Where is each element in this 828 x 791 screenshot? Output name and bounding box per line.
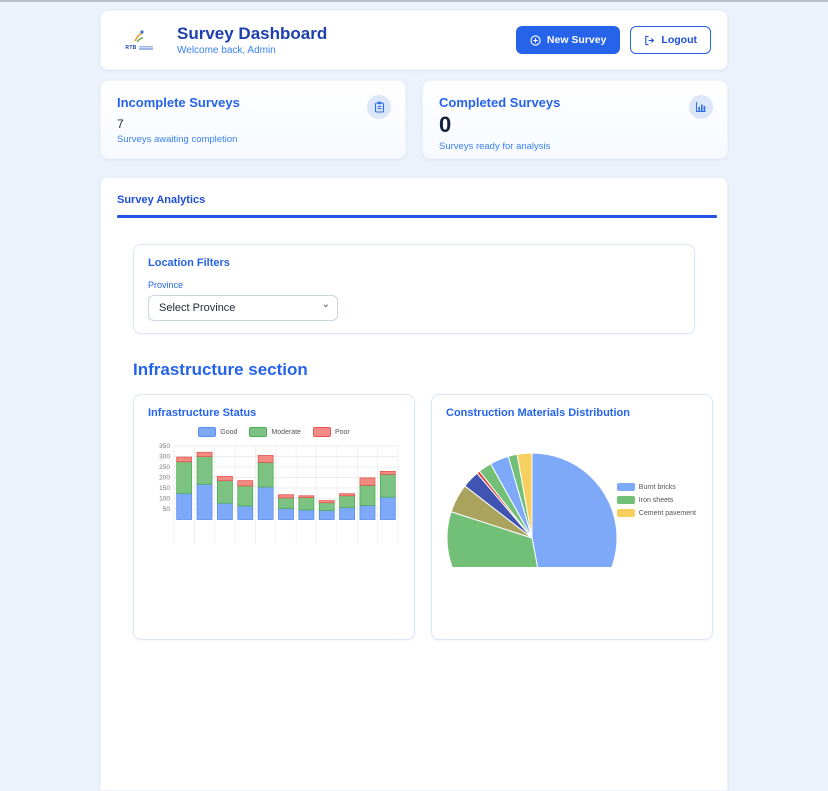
svg-text:300: 300 <box>159 454 170 461</box>
legend-swatch <box>249 427 268 437</box>
bar-chart-icon <box>689 95 713 119</box>
charts-row: Infrastructure Status Good Moderate Poor 5… <box>133 394 713 640</box>
infrastructure-status-bar-chart[interactable]: 50 100 150 200 250 300 350 <box>148 440 400 544</box>
legend-item[interactable]: Poor <box>312 427 350 437</box>
logo-wordmark-lines <box>138 45 153 51</box>
province-label: Province <box>148 280 184 290</box>
plus-circle-icon <box>530 34 541 46</box>
clipboard-icon <box>367 95 391 119</box>
bar-chart-legend: Good Moderate Poor <box>148 427 400 437</box>
legend-item[interactable]: Cement pavement <box>616 509 696 517</box>
stats-row: Incomplete Surveys 7 Surveys awaiting co… <box>100 80 728 159</box>
svg-text:200: 200 <box>159 475 170 482</box>
logout-button[interactable]: Logout <box>630 26 711 54</box>
rtb-logo: RTB <box>117 29 161 51</box>
legend-item[interactable]: Moderate <box>249 427 301 437</box>
logo-label: RTB <box>125 45 153 51</box>
new-survey-label: New Survey <box>546 34 607 46</box>
legend-swatch <box>198 427 217 437</box>
construction-materials-title: Construction Materials Distribution <box>446 407 630 419</box>
svg-text:250: 250 <box>159 464 170 471</box>
legend-label: Moderate <box>271 428 301 436</box>
title-block: Survey Dashboard Welcome back, Admin <box>177 24 516 57</box>
pie-chart-legend: Burnt bricks Iron sheets Cement pavement <box>616 483 696 517</box>
legend-item[interactable]: Good <box>198 427 237 437</box>
svg-text:100: 100 <box>159 496 170 503</box>
legend-swatch <box>616 509 635 517</box>
completed-surveys-title: Completed Surveys <box>439 95 561 110</box>
svg-text:350: 350 <box>159 443 170 450</box>
completed-surveys-card: Completed Surveys 0 Surveys ready for an… <box>422 80 728 159</box>
location-filters-card: Location Filters Province Select Provinc… <box>133 244 695 334</box>
logout-icon <box>645 35 655 45</box>
completed-surveys-caption: Surveys ready for analysis <box>439 141 551 152</box>
legend-label: Iron sheets <box>638 496 674 504</box>
completed-surveys-value: 0 <box>439 112 452 137</box>
incomplete-surveys-card: Incomplete Surveys 7 Surveys awaiting co… <box>100 80 406 159</box>
page-container: RTB Survey Dashboard Welcome back, Admin… <box>100 2 728 791</box>
infrastructure-section-title: Infrastructure section <box>133 360 308 379</box>
new-survey-button[interactable]: New Survey <box>515 26 621 54</box>
location-filters-title: Location Filters <box>148 257 230 269</box>
legend-label: Poor <box>334 428 350 436</box>
legend-label: Good <box>220 428 238 436</box>
legend-swatch <box>616 496 635 504</box>
legend-swatch <box>616 483 635 491</box>
tab-survey-analytics[interactable]: Survey Analytics <box>101 194 221 215</box>
incomplete-surveys-caption: Surveys awaiting completion <box>117 134 238 145</box>
incomplete-surveys-value: 7 <box>117 117 124 131</box>
construction-materials-card: Construction Materials Distribution Burn… <box>431 394 713 640</box>
analytics-body: Location Filters Province Select Provinc… <box>101 218 727 640</box>
legend-label: Cement pavement <box>638 509 696 517</box>
infrastructure-status-card: Infrastructure Status Good Moderate Poor 5… <box>133 394 415 640</box>
page-title: Survey Dashboard <box>177 23 328 43</box>
province-select[interactable]: Select Province <box>148 295 338 321</box>
legend-swatch <box>312 427 331 437</box>
header-card: RTB Survey Dashboard Welcome back, Admin… <box>100 10 728 70</box>
legend-label: Burnt bricks <box>638 483 676 491</box>
survey-analytics-card: Survey Analytics Location Filters Provin… <box>100 177 728 791</box>
header-actions: New Survey Logout <box>515 26 711 54</box>
svg-text:50: 50 <box>163 506 171 513</box>
legend-item[interactable]: Burnt bricks <box>616 483 696 491</box>
svg-text:150: 150 <box>159 485 170 492</box>
incomplete-surveys-title: Incomplete Surveys <box>117 95 240 110</box>
welcome-subtitle: Welcome back, Admin <box>177 45 276 57</box>
infrastructure-status-title: Infrastructure Status <box>148 407 257 419</box>
logout-label: Logout <box>661 34 697 46</box>
province-select-wrap: Select Province ⌄ <box>148 295 338 321</box>
legend-item[interactable]: Iron sheets <box>616 496 696 504</box>
logo-figure-icon <box>134 30 144 43</box>
